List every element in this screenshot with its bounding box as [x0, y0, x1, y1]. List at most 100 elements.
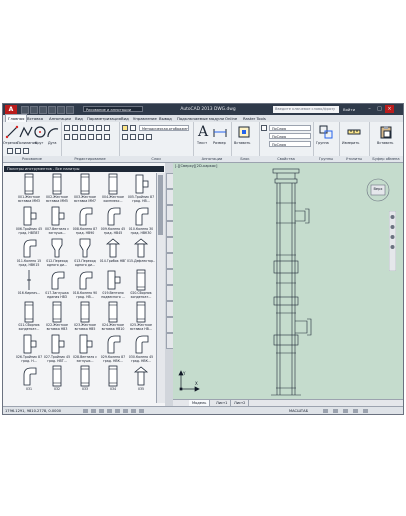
panel-clipboard: Вставить Буфер обмена: [369, 122, 403, 162]
open-icon[interactable]: [30, 106, 38, 114]
tab-manage[interactable]: Управление: [133, 115, 157, 122]
panel-utilities-title: Утилиты: [339, 156, 369, 162]
palette-tool-item[interactable]: 031: [15, 365, 43, 405]
tab-insert[interactable]: Вставка: [27, 115, 43, 122]
palette-scrollbar[interactable]: [156, 173, 165, 403]
tab-output[interactable]: Вывод: [159, 115, 172, 122]
move-icon[interactable]: [64, 125, 70, 131]
new-icon[interactable]: [21, 106, 29, 114]
tool-palette-title[interactable]: Палитры инструментов - Все палитры: [4, 166, 164, 172]
tee-icon: [107, 270, 121, 290]
clean-screen-icon[interactable]: [363, 409, 368, 413]
elbow-icon: [79, 271, 93, 290]
pipe-icon: [108, 173, 118, 195]
pipe-icon: [136, 269, 146, 291]
line-tool-label: Отрезок: [3, 141, 18, 145]
tab-parametric[interactable]: Параметризация: [87, 115, 121, 122]
minimize-icon[interactable]: –: [365, 105, 374, 113]
layer-isolate-icon[interactable]: [122, 134, 128, 140]
grid-toggle-icon[interactable]: [91, 409, 96, 413]
tab-plugins[interactable]: Подключаемые модули: [177, 115, 224, 122]
layer-freeze-icon[interactable]: [130, 134, 136, 140]
workspace-switch-icon[interactable]: [323, 409, 328, 413]
saveas-icon[interactable]: [48, 106, 56, 114]
polyline-tool-icon[interactable]: [19, 125, 33, 139]
linetype-dropdown[interactable]: ПоСлою: [269, 141, 311, 147]
match-properties-icon[interactable]: [261, 125, 267, 131]
dimension-tool-icon[interactable]: [213, 125, 227, 139]
palette-tool-item[interactable]: 033: [71, 365, 99, 405]
layer-properties-icon[interactable]: [122, 125, 128, 131]
tab-layout[interactable]: Вид: [75, 115, 83, 122]
lock-icon[interactable]: [333, 409, 338, 413]
chimney-cap: [272, 168, 300, 174]
rotate-icon[interactable]: [72, 125, 78, 131]
offset-icon[interactable]: [104, 134, 110, 140]
save-icon[interactable]: [39, 106, 47, 114]
stretch-icon[interactable]: [80, 134, 86, 140]
group-icon[interactable]: [319, 125, 333, 139]
fillet-icon[interactable]: [64, 134, 70, 140]
drawing-viewport[interactable]: [-][Сверху][2D-каркас] Y X Верх Модель Л…: [173, 163, 403, 407]
mirror-icon[interactable]: [104, 125, 110, 131]
plot-icon[interactable]: [57, 106, 65, 114]
osnap-toggle-icon[interactable]: [115, 409, 120, 413]
ucs-y-label: Y: [182, 371, 186, 376]
palette-tool-item[interactable]: 034: [99, 365, 127, 405]
signin-link[interactable]: Войти: [343, 104, 355, 115]
palette-tool-item[interactable]: 032: [43, 365, 71, 405]
tab-annotate[interactable]: Аннотации: [49, 115, 71, 122]
search-input[interactable]: Введите ключевое слово/фразу: [273, 106, 339, 113]
annotation-scale[interactable]: МАСШТАБ: [289, 407, 308, 414]
isolate-icon[interactable]: [353, 409, 358, 413]
circle-tool-icon[interactable]: [33, 125, 47, 139]
color-dropdown[interactable]: ПоСлою: [269, 125, 311, 131]
ucs-x-label: X: [195, 381, 198, 386]
navigation-bar[interactable]: [389, 211, 396, 271]
layer-off-icon[interactable]: [138, 134, 144, 140]
hatch-icon[interactable]: [15, 148, 21, 154]
trim-icon[interactable]: [80, 125, 86, 131]
workspace-dropdown[interactable]: Рисование и аннотации: [83, 106, 143, 112]
layer-dropdown[interactable]: Методическая,отображение,строительство: [139, 125, 189, 131]
explode-icon[interactable]: [72, 134, 78, 140]
text-tool-icon[interactable]: A: [196, 125, 210, 139]
panel-draw-title: Рисование: [3, 156, 61, 162]
dynamic-input-icon[interactable]: [131, 409, 136, 413]
arc-tool-icon[interactable]: [46, 125, 60, 139]
array-icon[interactable]: [96, 134, 102, 140]
insert-block-icon[interactable]: [237, 125, 251, 139]
tab-raster-tools[interactable]: Raster Tools: [243, 115, 266, 122]
tab-online[interactable]: Online: [225, 115, 237, 122]
ellipse-icon[interactable]: [23, 148, 29, 154]
copy-icon[interactable]: [96, 125, 102, 131]
paste-icon[interactable]: [379, 125, 393, 139]
rectangle-icon[interactable]: [7, 148, 13, 154]
maximize-icon[interactable]: □: [375, 105, 384, 113]
tool-palette-grid: 001.Жесткое вставка ММ3 002.Жесткое встав…: [15, 173, 155, 403]
layer-state-icon[interactable]: [130, 125, 136, 131]
close-icon[interactable]: ×: [385, 105, 394, 113]
line-tool-icon[interactable]: [5, 125, 19, 139]
otrack-toggle-icon[interactable]: [123, 409, 128, 413]
lineweight-toggle-icon[interactable]: [139, 409, 144, 413]
panel-layers: Методическая,отображение,строительство С…: [119, 122, 194, 162]
snap-toggle-icon[interactable]: [83, 409, 88, 413]
polar-toggle-icon[interactable]: [107, 409, 112, 413]
palette-scroll-thumb[interactable]: [158, 175, 163, 235]
undo-icon[interactable]: [66, 106, 74, 114]
measure-icon[interactable]: [347, 125, 361, 139]
palette-tool-item[interactable]: 035: [127, 365, 155, 405]
pipe-icon: [108, 301, 118, 323]
window-title: AutoCAD 2013 DWG.dwg: [180, 107, 236, 112]
ortho-toggle-icon[interactable]: [99, 409, 104, 413]
scale-icon[interactable]: [88, 134, 94, 140]
reducer-icon: [79, 238, 91, 258]
hardware-accel-icon[interactable]: [343, 409, 348, 413]
viewcube-face-label[interactable]: Верх: [371, 187, 385, 191]
app-menu-button[interactable]: A: [5, 105, 17, 114]
lineweight-dropdown[interactable]: ПоСлою: [269, 133, 311, 139]
tab-view[interactable]: Вид: [121, 115, 129, 122]
layer-lock-icon[interactable]: [146, 134, 152, 140]
erase-icon[interactable]: [88, 125, 94, 131]
